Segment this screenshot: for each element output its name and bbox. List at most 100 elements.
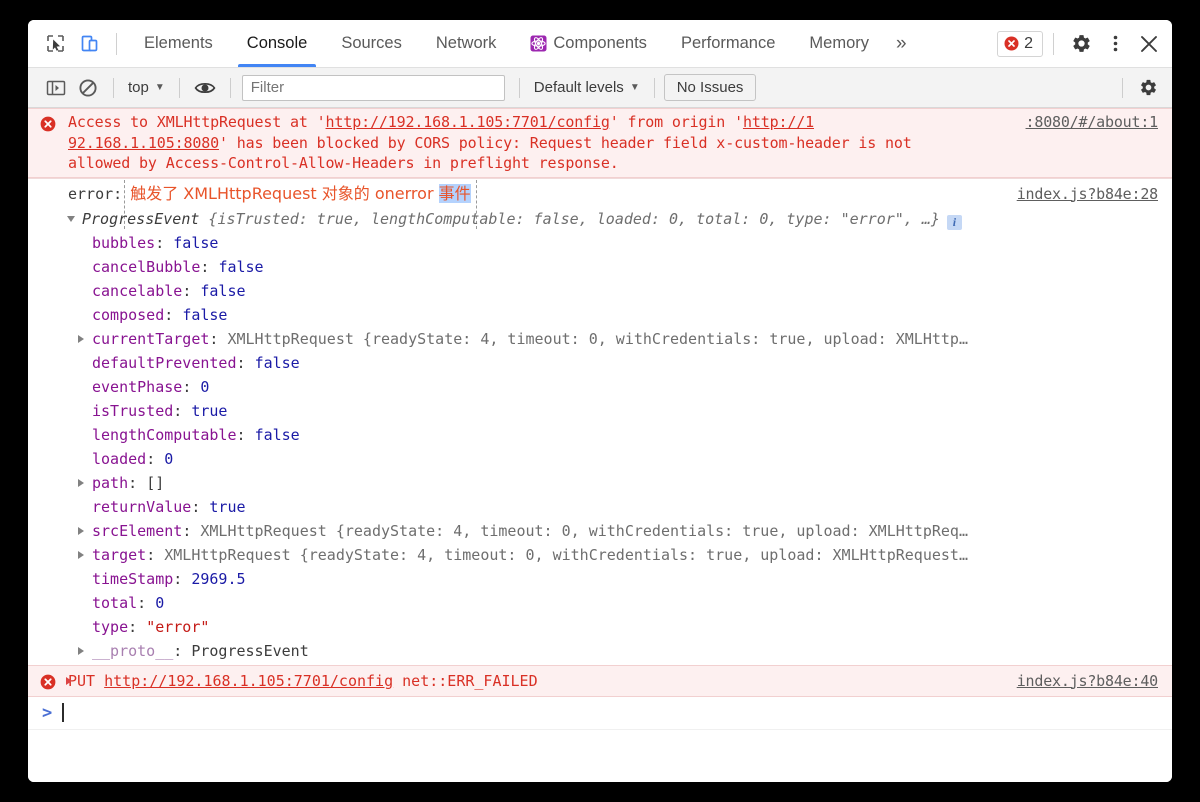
console-sidebar-icon[interactable]: [40, 74, 72, 102]
property-name: total: [92, 593, 138, 612]
devtools-tab-list: Elements Console Sources Network Compone…: [127, 20, 993, 67]
tab-label: Console: [246, 34, 308, 52]
property-name: srcElement: [92, 521, 183, 540]
http-method: PUT: [68, 671, 96, 690]
error-circle-icon: [40, 116, 56, 132]
space2: [393, 672, 402, 690]
expand-triangle-icon[interactable]: [78, 527, 84, 535]
cors-url-segment[interactable]: http://1: [743, 113, 814, 131]
property-value: false: [173, 233, 219, 252]
object-property-row[interactable]: srcElement: XMLHttpRequest {readyState: …: [28, 519, 1158, 543]
live-expression-icon[interactable]: [189, 74, 221, 102]
expand-triangle-icon[interactable]: [78, 647, 84, 655]
property-value: false: [200, 281, 246, 300]
object-property-row[interactable]: path: []: [28, 471, 1158, 495]
gear-icon[interactable]: [1064, 27, 1098, 61]
inspect-cursor-icon[interactable]: [38, 27, 72, 61]
property-value: 2969.5: [191, 569, 246, 588]
tab-network[interactable]: Network: [419, 20, 514, 67]
tab-overflow-button[interactable]: »: [886, 20, 917, 67]
chevron-down-icon: ▼: [629, 81, 640, 93]
object-property-row[interactable]: currentTarget: XMLHttpRequest {readyStat…: [28, 327, 1158, 351]
chevron-down-icon: ▼: [154, 81, 165, 93]
issues-button[interactable]: No Issues: [663, 74, 757, 101]
tab-performance[interactable]: Performance: [664, 20, 792, 67]
property-value: 0: [164, 449, 174, 468]
property-colon: :: [146, 545, 165, 564]
property-value: XMLHttpRequest {readyState: 4, timeout: …: [200, 521, 968, 540]
property-value: false: [254, 353, 300, 372]
toolbar-divider-6: [1122, 77, 1123, 98]
property-name: defaultPrevented: [92, 353, 237, 372]
text-cursor: [62, 703, 64, 722]
cors-url-segment[interactable]: http://192.168.1.105:7701/config: [326, 113, 610, 131]
console-prompt[interactable]: >: [28, 696, 1172, 730]
tabbar-divider: [116, 32, 117, 55]
gear-icon[interactable]: [1132, 74, 1164, 102]
property-value: false: [254, 425, 300, 444]
devtools-tabbar: Elements Console Sources Network Compone…: [28, 20, 1172, 68]
chinese-log-line: error: 触发了 XMLHttpRequest 对象的 onerror 事件: [68, 179, 1158, 229]
kebab-menu-icon[interactable]: [1098, 27, 1132, 61]
object-preview: {isTrusted: true, lengthComputable: fals…: [199, 209, 940, 228]
error-circle-icon: [1004, 36, 1019, 51]
property-name: cancelable: [92, 281, 183, 300]
console-message-put-error[interactable]: PUT http://192.168.1.105:7701/config net…: [28, 664, 1172, 697]
text-selection-region: 触发了 XMLHttpRequest 对象的 onerror 事件: [124, 179, 478, 229]
source-link[interactable]: index.js?b84e:28: [1017, 185, 1158, 203]
device-toolbar-icon[interactable]: [72, 27, 106, 61]
expand-triangle-icon[interactable]: [78, 551, 84, 559]
clear-console-icon[interactable]: [72, 74, 104, 102]
object-property-row: isTrusted: true: [28, 399, 1158, 423]
property-colon: :: [182, 281, 201, 300]
property-value: []: [146, 473, 165, 492]
info-icon[interactable]: i: [946, 214, 962, 230]
property-name: currentTarget: [92, 329, 210, 348]
tab-label: Memory: [809, 34, 869, 52]
execution-context-selector[interactable]: top ▼: [123, 76, 170, 99]
error-count-badge[interactable]: 2: [997, 30, 1043, 57]
source-link[interactable]: :8080/#/about:1: [1026, 113, 1159, 131]
log-levels-selector[interactable]: Default levels ▼: [529, 76, 645, 99]
tab-elements[interactable]: Elements: [127, 20, 230, 67]
property-colon: :: [191, 497, 210, 516]
cors-url-segment[interactable]: 92.168.1.105:8080: [68, 134, 219, 152]
close-icon[interactable]: [1132, 27, 1166, 61]
request-url[interactable]: http://192.168.1.105:7701/config: [104, 672, 393, 690]
property-colon: :: [182, 377, 201, 396]
collapse-triangle-icon[interactable]: [67, 216, 75, 222]
source-link[interactable]: index.js?b84e:40: [1017, 672, 1158, 690]
react-components-icon: [530, 35, 547, 52]
object-property-row: defaultPrevented: false: [28, 351, 1158, 375]
log-label: error:: [68, 184, 123, 203]
expand-triangle-icon[interactable]: [66, 676, 72, 685]
tab-sources[interactable]: Sources: [324, 20, 419, 67]
tab-console[interactable]: Console: [230, 20, 325, 67]
property-colon: :: [173, 641, 192, 660]
property-colon: :: [173, 569, 192, 588]
property-value: 0: [200, 377, 210, 396]
tab-components[interactable]: Components: [513, 20, 664, 67]
object-property-row: loaded: 0: [28, 447, 1158, 471]
filter-input[interactable]: [241, 74, 505, 101]
net-status: net::ERR_FAILED: [402, 671, 538, 690]
expand-triangle-icon[interactable]: [78, 335, 84, 343]
object-property-row[interactable]: target: XMLHttpRequest {readyState: 4, t…: [28, 543, 1158, 567]
object-property-row: lengthComputable: false: [28, 423, 1158, 447]
object-header-row[interactable]: ProgressEvent {isTrusted: true, lengthCo…: [28, 207, 1158, 231]
console-message-chinese-log[interactable]: error: 触发了 XMLHttpRequest 对象的 onerror 事件 …: [28, 177, 1172, 229]
property-colon: :: [137, 593, 156, 612]
error-count-label: 2: [1024, 34, 1033, 52]
property-value: ProgressEvent: [191, 641, 309, 660]
property-colon: :: [209, 329, 228, 348]
property-colon: :: [155, 233, 174, 252]
object-property-row[interactable]: __proto__: ProgressEvent: [28, 639, 1158, 663]
tab-label: Network: [435, 34, 497, 52]
console-message-cors-error[interactable]: Access to XMLHttpRequest at 'http://192.…: [28, 108, 1172, 178]
expand-triangle-icon[interactable]: [78, 479, 84, 487]
property-value: true: [191, 401, 228, 420]
tab-memory[interactable]: Memory: [792, 20, 886, 67]
property-value: true: [209, 497, 246, 516]
console-message-list[interactable]: Access to XMLHttpRequest at 'http://192.…: [28, 108, 1172, 782]
